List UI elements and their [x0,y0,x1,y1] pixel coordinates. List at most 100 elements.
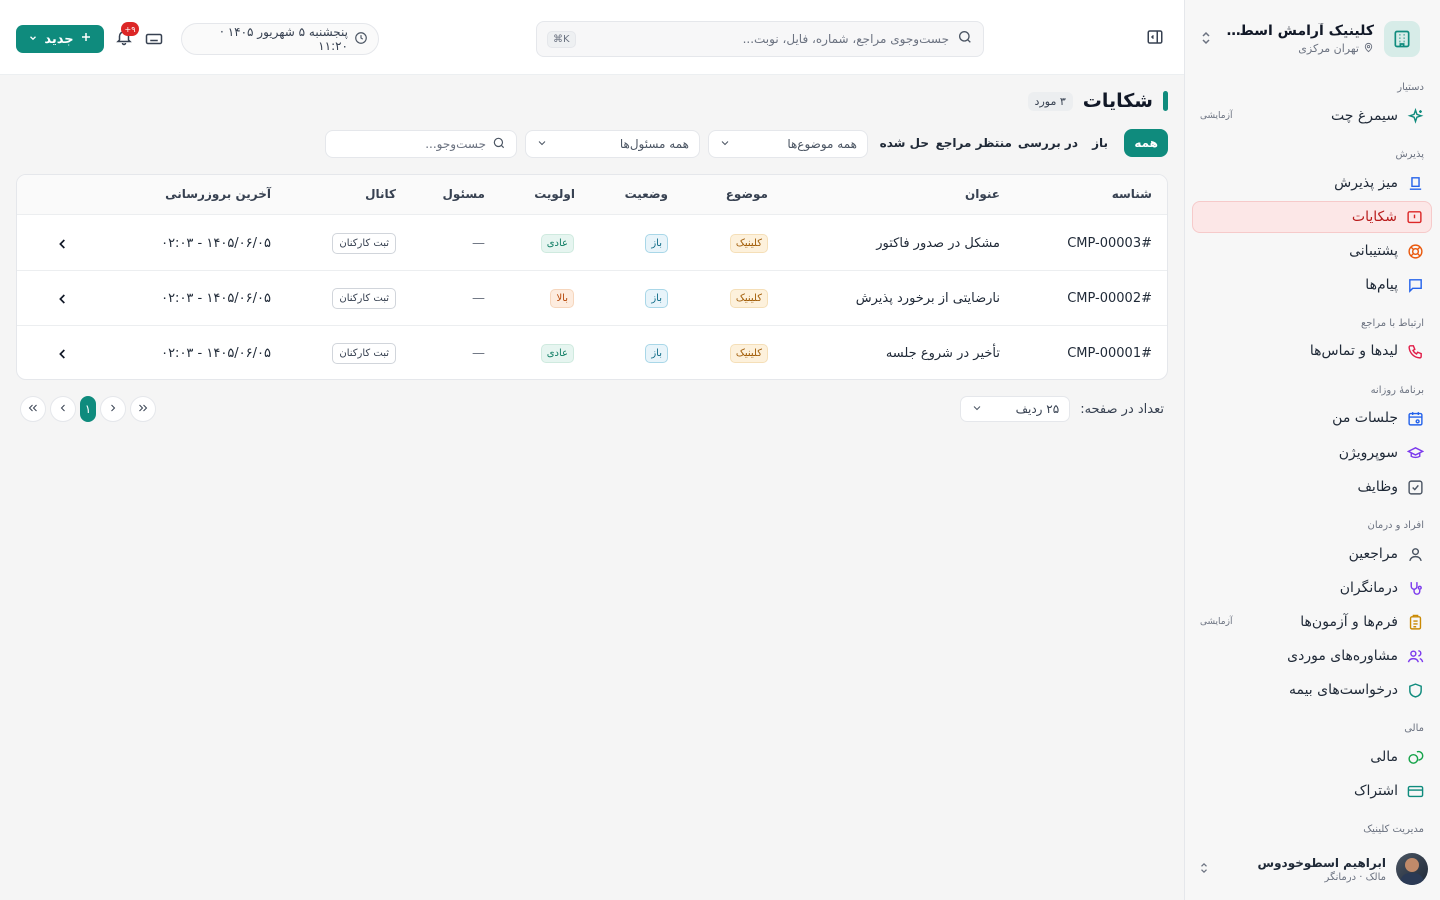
sidebar-item-subscription[interactable]: اشتراک [1192,775,1432,807]
complaint-id: CMP-00002# [1067,291,1152,306]
sidebar-item-therapists[interactable]: درمانگران [1192,572,1432,604]
chevron-down-icon [28,32,38,47]
chevron-left-icon [57,402,69,417]
sidebar-item-label: میز پذیرش [1334,175,1398,191]
priority-badge: عادی [540,234,574,253]
channel-badge: ثبت کارکنان [332,233,396,254]
subject-filter-select[interactable]: همه موضوع‌ها [708,130,868,158]
page-size-control: تعداد در صفحه: ۲۵ ردیف [960,396,1164,422]
sidebar-item-leads-calls[interactable]: لیدها و تماس‌ها [1192,335,1432,367]
column-header-channel: کانال [365,187,396,201]
stethoscope-icon [1406,579,1424,597]
sidebar-toggle-icon[interactable] [1146,28,1164,46]
sidebar: کلینیک آرامش اسطوخو... تهران مرکزی دستیا… [1184,0,1440,900]
chevron-left-icon[interactable] [55,291,71,307]
clinic-location: تهران مرکزی [1298,42,1359,55]
column-header-subject: موضوع [725,187,768,201]
sidebar-item-reception-desk[interactable]: میز پذیرش [1192,167,1432,199]
sidebar-item-complaints[interactable]: شکایات [1192,201,1432,233]
sidebar-item-label: سوپرویژن [1338,445,1398,461]
column-header-id: شناسه [1111,187,1152,201]
sidebar-item-finance[interactable]: مالی [1192,741,1432,773]
search-icon [957,29,973,49]
nav-group-label: برنامهٔ روزانه [1370,385,1424,396]
sidebar-item-simorgh-chat[interactable]: سیمرغ چت آزمایشی [1192,100,1432,132]
sidebar-item-supervision[interactable]: سوپرویژن [1192,437,1432,469]
sidebar-item-clients[interactable]: مراجعین [1192,538,1432,570]
page-size-label: تعداد در صفحه: [1080,401,1164,417]
sidebar-item-my-sessions[interactable]: جلسات من [1192,402,1432,434]
new-button-label: جدید [44,31,74,47]
sidebar-item-tasks[interactable]: وظایف [1192,471,1432,503]
column-header-owner: مسئول [442,187,485,201]
chevron-down-icon [719,137,731,152]
alert-square-icon [1405,208,1423,226]
title-accent [1163,91,1168,111]
table-row[interactable]: CMP-00003# مشکل در صدور فاکتور کلینیک با… [17,216,1167,271]
owner-filter-select[interactable]: همه مسئول‌ها [525,130,700,158]
tab-waiting-client[interactable]: منتظر مراجع [926,129,1022,157]
last-page-button[interactable] [130,396,156,422]
current-page-button[interactable]: ۱ [80,396,96,422]
next-page-button[interactable] [100,396,126,422]
tab-resolved[interactable]: حل شده [870,129,939,157]
owner-value: — [472,236,485,251]
sidebar-item-label: لیدها و تماس‌ها [1309,343,1398,359]
updated-value: ۱۴۰۵/۰۶/۰۵ - ۰۲:۰۳ [161,236,271,251]
column-header-updated: آخرین بروزرسانی [165,187,271,201]
sidebar-item-label: جلسات من [1332,410,1398,426]
sidebar-item-forms-tests[interactable]: فرم‌ها و آزمون‌ها آزمایشی [1192,606,1432,638]
complaint-id: CMP-00003# [1067,236,1152,251]
global-search-input[interactable]: جست‌وجوی مراجع، شماره، فایل، نوبت... ⌘K [536,21,984,57]
nav-group-label: مالی [1404,723,1424,734]
subject-filter-value: همه موضوع‌ها [787,137,857,151]
sidebar-item-label: شکایات [1351,209,1397,225]
complaints-search-input[interactable]: جست‌وجو... [325,130,517,158]
updated-value: ۱۴۰۵/۰۶/۰۵ - ۰۲:۰۳ [161,346,271,361]
owner-filter-value: همه مسئول‌ها [619,137,689,151]
channel-badge: ثبت کارکنان [332,288,396,309]
nav-group-label: پذیرش [1395,149,1424,160]
page-size-select[interactable]: ۲۵ ردیف [960,396,1071,422]
nav-group-label: افراد و درمان [1367,520,1424,531]
date-time-pill: پنجشنبه ۵ شهریور ۱۴۰۵ · ۱۱:۲۰ [181,23,379,55]
sidebar-item-support[interactable]: پشتیبانی [1192,235,1432,267]
keyboard-icon[interactable] [145,30,163,48]
prev-page-button[interactable] [50,396,76,422]
column-header-title: عنوان [965,187,1000,201]
table-row[interactable]: CMP-00002# نارضایتی از برخورد پذیرش کلین… [17,271,1167,326]
count-badge: ۳ مورد [1027,91,1073,111]
building-icon [1384,21,1420,57]
new-button[interactable]: جدید [16,25,104,53]
pagination: ۱ [20,396,156,422]
chevron-left-icon[interactable] [55,346,71,362]
user-menu[interactable]: ابراهیم اسطوخودوس مالک · درمانگر [1196,852,1428,886]
sidebar-item-label: فرم‌ها و آزمون‌ها [1300,614,1398,630]
subject-tag: کلینیک [729,344,768,363]
priority-badge: عادی [540,344,574,363]
beta-badge: آزمایشی [1200,111,1233,121]
clinic-switcher[interactable]: کلینیک آرامش اسطوخو... تهران مرکزی [1198,20,1420,58]
sidebar-item-messages[interactable]: پیام‌ها [1192,269,1432,301]
nav-group-label: مدیریت کلینیک [1363,824,1424,835]
search-placeholder: جست‌وجو... [425,137,486,151]
sidebar-item-label: پشتیبانی [1349,243,1398,259]
tab-all[interactable]: همه [1124,129,1168,157]
complaint-id: CMP-00001# [1067,346,1152,361]
page-size-value: ۲۵ ردیف [1015,402,1060,416]
user-icon [1406,545,1424,563]
table-row[interactable]: CMP-00001# تأخیر در شروع جلسه کلینیک باز… [17,326,1167,379]
sidebar-item-label: پیام‌ها [1365,277,1398,293]
chevron-left-icon[interactable] [55,236,71,252]
plus-icon [80,31,92,47]
sidebar-item-insurance-requests[interactable]: درخواست‌های بیمه [1192,674,1432,706]
message-icon [1406,276,1424,294]
first-page-button[interactable] [20,396,46,422]
coins-icon [1406,748,1424,766]
phone-icon [1406,342,1424,360]
sidebar-item-case-consultations[interactable]: مشاوره‌های موردی [1192,640,1432,672]
complaint-title: نارضایتی از برخورد پذیرش [855,291,1000,306]
sidebar-item-label: سیمرغ چت [1331,108,1398,124]
sidebar-item-label: مراجعین [1348,546,1398,562]
clock-icon [354,31,368,48]
